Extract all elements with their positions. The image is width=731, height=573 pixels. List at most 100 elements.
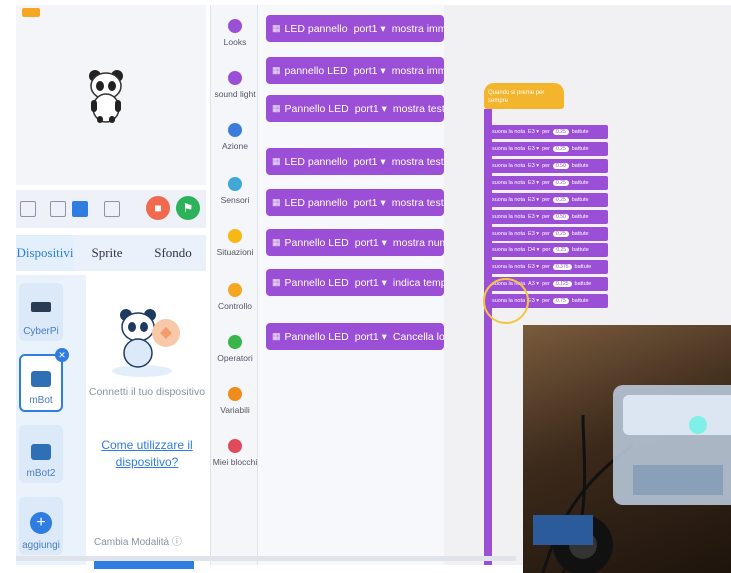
category-label: Variabili <box>220 405 250 415</box>
beats-value-input[interactable]: 0.25 <box>553 197 569 203</box>
beats-value-input[interactable]: 0.375 <box>553 264 572 270</box>
grid-icon[interactable] <box>104 201 120 217</box>
port-dropdown[interactable]: port1 ▾ <box>354 23 386 35</box>
block-led-panel[interactable]: ▦ LED pannello port1 ▾ mostra test <box>266 189 444 216</box>
howto-link[interactable]: Come utilizzare il dispositivo? <box>88 437 206 471</box>
category-dot-icon <box>228 439 242 453</box>
close-icon[interactable]: ✕ <box>55 348 69 362</box>
tab-sprite[interactable]: Sprite <box>74 235 140 271</box>
category-looks[interactable]: Looks <box>211 19 259 48</box>
port-dropdown[interactable]: port1 ▾ <box>355 103 387 115</box>
play-note-block[interactable]: suona la nota E3 ▾ per 0.375 battute <box>488 260 608 274</box>
small-stage-icon[interactable] <box>50 201 66 217</box>
port-dropdown[interactable]: port1 ▾ <box>355 277 387 289</box>
play-note-block[interactable]: suona la nota D4 ▾ per 0.25 battute <box>488 243 608 257</box>
device-mbot2[interactable]: mBot2 <box>19 425 63 483</box>
webcam-video <box>523 325 731 573</box>
help-icon[interactable]: ⓘ <box>172 537 182 548</box>
block-led-panel[interactable]: ▦ Pannello LED port1 ▾ mostra num <box>266 229 444 256</box>
green-flag-button[interactable]: ⚑ <box>176 196 200 220</box>
note-dropdown[interactable]: A3 ▾ <box>528 281 539 287</box>
play-note-block[interactable]: suona la nota E3 ▾ per 0.25 battute <box>488 176 608 190</box>
port-dropdown[interactable]: port1 ▾ <box>354 197 386 209</box>
device-panel: Connetti il tuo dispositivo Come utilizz… <box>88 275 206 569</box>
beats-value-input[interactable]: 0.25 <box>553 146 569 152</box>
category-miei-blocchi[interactable]: Miei blocchi <box>211 439 259 468</box>
panda-sprite[interactable] <box>85 66 127 124</box>
block-led-panel[interactable]: ▦ Pannello LED port1 ▾ mostra test <box>266 95 444 122</box>
device-mbot[interactable]: ✕ mBot <box>19 348 69 412</box>
category-controllo[interactable]: Controllo <box>211 283 259 312</box>
category-operatori[interactable]: Operatori <box>211 335 259 364</box>
block-categories: Looks sound light Azione Sensori Situazi… <box>210 5 258 565</box>
note-dropdown[interactable]: E3 ▾ <box>528 197 539 203</box>
per-label: per <box>542 247 551 253</box>
beats-label: battute <box>571 129 589 135</box>
block-led-panel[interactable]: ▦ LED pannello port1 ▾ mostra imm <box>266 15 444 42</box>
category-dot-icon <box>228 19 242 33</box>
note-dropdown[interactable]: D4 ▾ <box>528 247 539 253</box>
play-note-block[interactable]: suona la nota E3 ▾ per 0.50 battute <box>488 159 608 173</box>
change-mode-label: Cambia Modalità ⓘ <box>94 533 182 548</box>
category-situazioni[interactable]: Situazioni <box>211 229 259 258</box>
led-panel-icon: ▦ <box>272 23 281 33</box>
category-sound-light[interactable]: sound light <box>211 71 259 100</box>
port-dropdown[interactable]: port1 ▾ <box>355 237 387 249</box>
block-action: Cancella lo <box>392 330 444 343</box>
category-dot-icon <box>228 229 242 243</box>
block-led-panel[interactable]: ▦ pannello LED port1 ▾ mostra imm <box>266 57 444 84</box>
tab-sfondo[interactable]: Sfondo <box>140 235 206 271</box>
note-dropdown[interactable]: E3 ▾ <box>528 264 539 270</box>
block-led-panel[interactable]: ▦ LED pannello port1 ▾ mostra test <box>266 148 444 175</box>
note-dropdown[interactable]: E3 ▾ <box>528 231 539 237</box>
play-note-block[interactable]: suona la nota E3 ▾ per 0.25 battute <box>488 142 608 156</box>
beats-label: battute <box>571 298 589 304</box>
play-note-block[interactable]: suona la nota E3 ▾ per 0.50 battute <box>488 210 608 224</box>
block-led-panel[interactable]: ▦ Pannello LED port1 ▾ Cancella lo <box>266 323 444 350</box>
play-note-block[interactable]: suona la nota E3 ▾ per 0.25 battute <box>488 125 608 139</box>
mode-label-text: Cambia Modalità <box>94 537 170 548</box>
panda-mascot-icon <box>112 309 180 377</box>
fullscreen-icon[interactable] <box>20 201 36 217</box>
note-label: suona la nota <box>492 163 526 169</box>
play-note-block[interactable]: suona la nota E3 ▾ per 0.25 battute <box>488 193 608 207</box>
note-label: suona la nota <box>492 231 526 237</box>
large-stage-icon[interactable] <box>72 201 88 217</box>
category-azione[interactable]: Azione <box>211 123 259 152</box>
beats-value-input[interactable]: 0.50 <box>553 214 569 220</box>
beats-label: battute <box>571 163 589 169</box>
stage-toolbar: ■ ⚑ <box>16 190 206 228</box>
device-cyberpi[interactable]: CyberPi <box>19 283 63 341</box>
device-label: mBot <box>29 395 53 406</box>
beats-value-input[interactable]: 0.50 <box>553 163 569 169</box>
note-dropdown[interactable]: E3 ▾ <box>528 163 539 169</box>
block-led-panel[interactable]: ▦ Pannello LED port1 ▾ indica temp <box>266 269 444 296</box>
note-dropdown[interactable]: E3 ▾ <box>528 146 539 152</box>
beats-value-input[interactable]: 0.25 <box>553 180 569 186</box>
per-label: per <box>542 146 551 152</box>
port-dropdown[interactable]: port1 ▾ <box>354 156 386 168</box>
beats-value-input[interactable]: 0.25 <box>553 129 569 135</box>
beats-value-input[interactable]: 0.75 <box>553 298 569 304</box>
note-dropdown[interactable]: E3 ▾ <box>528 214 539 220</box>
play-note-block[interactable]: suona la nota E3 ▾ per 0.25 battute <box>488 227 608 241</box>
per-label: per <box>542 231 551 237</box>
hat-block[interactable]: Quando si preme per sempre <box>484 83 564 109</box>
note-dropdown[interactable]: E3 ▾ <box>528 298 539 304</box>
stage-badge <box>22 8 40 17</box>
tab-dispositivi[interactable]: Dispositivi <box>16 235 74 271</box>
category-sensori[interactable]: Sensori <box>211 177 259 206</box>
category-variabili[interactable]: Variabili <box>211 387 259 416</box>
block-action: mostra num <box>392 236 444 249</box>
note-dropdown[interactable]: E3 ▾ <box>528 180 539 186</box>
block-action: indica temp <box>392 276 444 289</box>
stop-button[interactable]: ■ <box>146 196 170 220</box>
port-dropdown[interactable]: port1 ▾ <box>354 65 386 77</box>
beats-value-input[interactable]: 0.25 <box>553 231 569 237</box>
add-device-button[interactable]: + aggiungi <box>19 497 63 555</box>
beats-value-input[interactable]: 0.25 <box>553 247 570 253</box>
note-dropdown[interactable]: E3 ▾ <box>528 129 539 135</box>
port-dropdown[interactable]: port1 ▾ <box>355 331 387 343</box>
beats-value-input[interactable]: 0.125 <box>553 281 572 287</box>
horizontal-scrollbar[interactable] <box>16 556 516 561</box>
